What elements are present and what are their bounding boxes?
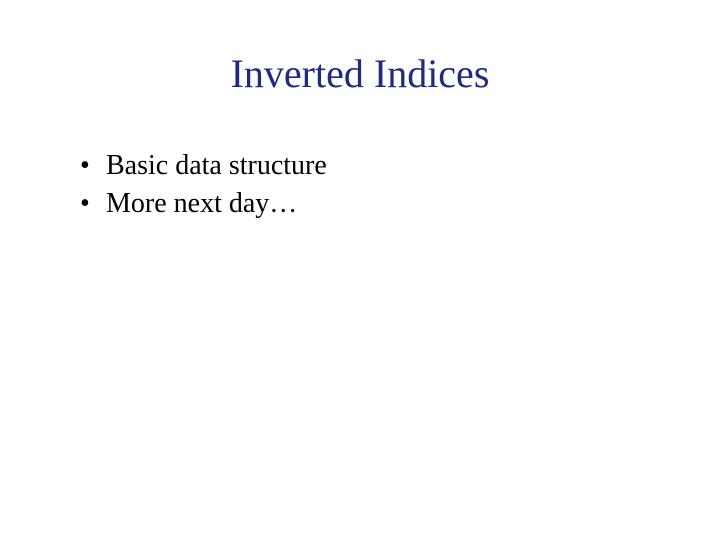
list-item: More next day… <box>80 185 660 223</box>
slide-title: Inverted Indices <box>60 50 660 97</box>
slide-container: Inverted Indices Basic data structure Mo… <box>0 0 720 540</box>
bullet-list: Basic data structure More next day… <box>60 147 660 223</box>
list-item: Basic data structure <box>80 147 660 185</box>
